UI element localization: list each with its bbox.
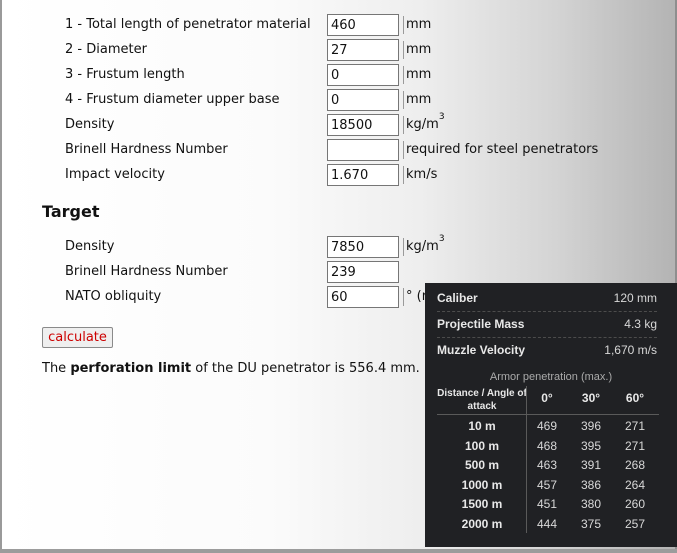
table-cell-penetration: 375	[580, 517, 602, 531]
table-row-distance: 1500 m	[461, 497, 503, 511]
field-label: Density	[65, 117, 115, 132]
frustum-diameter-input[interactable]	[327, 89, 399, 111]
diameter-input[interactable]	[327, 39, 399, 61]
table-cell-penetration: 380	[580, 497, 602, 511]
table-header-distance-angle: Distance / Angle of attack	[437, 388, 527, 412]
table-row-distance: 1000 m	[461, 478, 503, 492]
window-border-bottom	[0, 549, 677, 553]
impact-velocity-input[interactable]	[327, 164, 399, 186]
table-cell-penetration: 391	[580, 458, 602, 472]
specs-tooltip: Caliber 120 mm Projectile Mass 4.3 kg Muzz…	[425, 283, 677, 547]
table-cell-penetration: 386	[580, 478, 602, 492]
field-label: 4 - Frustum diameter upper base	[65, 92, 280, 107]
table-cell-penetration: 268	[624, 458, 646, 472]
table-cell-penetration: 264	[624, 478, 646, 492]
unit-label: mm	[403, 89, 431, 111]
result-text: The perforation limit of the DU penetrat…	[42, 361, 420, 376]
unit-label: mm	[403, 39, 431, 61]
table-cell-penetration: 468	[536, 439, 558, 453]
table-header-angle: 0°	[541, 391, 553, 405]
target-heading: Target	[42, 202, 100, 221]
field-label: Brinell Hardness Number	[65, 142, 228, 157]
table-cell-penetration: 444	[536, 517, 558, 531]
target-brinell-input[interactable]	[327, 261, 399, 283]
table-divider-horizontal	[437, 414, 659, 415]
unit-label: ° (r	[403, 286, 427, 308]
field-label: 2 - Diameter	[65, 42, 147, 57]
unit-label: kg/m3	[403, 112, 445, 136]
table-cell-penetration: 260	[624, 497, 646, 511]
total-length-input[interactable]	[327, 14, 399, 36]
table-cell-penetration: 463	[536, 458, 558, 472]
table-cell-penetration: 396	[580, 419, 602, 433]
field-label: 1 - Total length of penetrator material	[65, 17, 311, 32]
nato-obliquity-input[interactable]	[327, 286, 399, 308]
table-row-distance: 2000 m	[461, 517, 503, 531]
unit-label: mm	[403, 64, 431, 86]
field-label: 3 - Frustum length	[65, 67, 185, 82]
tooltip-spec-caliber: Caliber 120 mm	[437, 285, 657, 312]
tooltip-spec-velocity: Muzzle Velocity 1,670 m/s	[437, 343, 657, 357]
unit-label: km/s	[403, 164, 437, 186]
table-cell-penetration: 469	[536, 419, 558, 433]
hint-label: required for steel penetrators	[403, 139, 598, 161]
tooltip-caption: Armor penetration (max.)	[489, 371, 613, 383]
penetrator-density-input[interactable]	[327, 114, 399, 136]
table-cell-penetration: 257	[624, 517, 646, 531]
table-row-distance: 100 m	[464, 439, 500, 453]
table-row-distance: 500 m	[464, 458, 500, 472]
field-label: Impact velocity	[65, 167, 165, 182]
field-label: NATO obliquity	[65, 289, 162, 304]
calculate-button[interactable]: calculate	[42, 327, 113, 348]
table-header-angle: 30°	[581, 391, 601, 405]
table-cell-penetration: 395	[580, 439, 602, 453]
penetrator-brinell-input[interactable]	[327, 139, 399, 161]
field-label: Density	[65, 239, 115, 254]
table-header-angle: 60°	[625, 391, 645, 405]
table-cell-penetration: 457	[536, 478, 558, 492]
tooltip-spec-mass: Projectile Mass 4.3 kg	[437, 311, 657, 338]
table-row-distance: 10 m	[468, 419, 496, 433]
unit-label: kg/m3	[403, 234, 445, 258]
frustum-length-input[interactable]	[327, 64, 399, 86]
unit-label: mm	[403, 14, 431, 36]
window-border-left	[0, 0, 2, 553]
target-density-input[interactable]	[327, 236, 399, 258]
table-cell-penetration: 271	[624, 439, 646, 453]
table-cell-penetration: 271	[624, 419, 646, 433]
field-label: Brinell Hardness Number	[65, 264, 228, 279]
table-cell-penetration: 451	[536, 497, 558, 511]
result-emphasis: perforation limit	[70, 361, 192, 376]
